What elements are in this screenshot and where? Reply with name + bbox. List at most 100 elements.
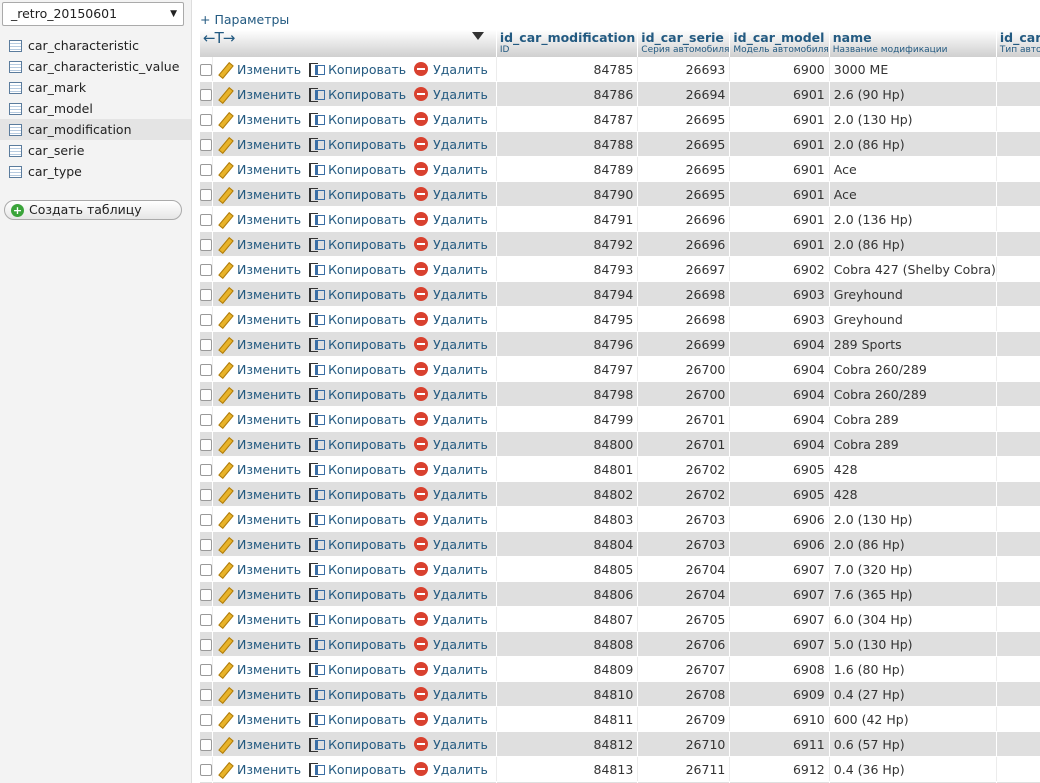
- cell-name[interactable]: Cobra 260/289: [829, 381, 997, 407]
- row-checkbox[interactable]: [200, 289, 212, 301]
- cell-name[interactable]: 428: [829, 456, 997, 482]
- delete-row-button[interactable]: Удалить: [414, 737, 488, 752]
- edit-row-button[interactable]: Изменить: [217, 287, 301, 302]
- edit-row-button[interactable]: Изменить: [217, 537, 301, 552]
- delete-row-button[interactable]: Удалить: [414, 287, 488, 302]
- cell-id-car-serie[interactable]: 26695: [637, 156, 731, 182]
- cell-id-car-model[interactable]: 6904: [729, 406, 830, 432]
- cell-id-car-modification[interactable]: 84804: [496, 531, 639, 557]
- cell-id-car-serie[interactable]: 26695: [637, 181, 731, 207]
- cell-name[interactable]: 289 Sports: [829, 331, 997, 357]
- cell-id-car-type[interactable]: 16: [996, 406, 1040, 432]
- cell-id-car-modification[interactable]: 84805: [496, 556, 639, 582]
- row-checkbox[interactable]: [200, 714, 212, 726]
- cell-id-car-modification[interactable]: 84810: [496, 681, 639, 707]
- row-checkbox[interactable]: [200, 664, 212, 676]
- cell-id-car-modification[interactable]: 84809: [496, 656, 639, 682]
- copy-row-button[interactable]: Копировать: [309, 262, 406, 277]
- parameters-link[interactable]: + Параметры: [200, 12, 289, 27]
- delete-row-button[interactable]: Удалить: [414, 712, 488, 727]
- row-checkbox[interactable]: [200, 89, 212, 101]
- row-checkbox[interactable]: [200, 489, 212, 501]
- cell-id-car-type[interactable]: 16: [996, 106, 1040, 132]
- cell-id-car-type[interactable]: 16: [996, 731, 1040, 757]
- cell-id-car-modification[interactable]: 84789: [496, 156, 639, 182]
- edit-row-button[interactable]: Изменить: [217, 512, 301, 527]
- column-arrows-icon[interactable]: ←T→: [203, 30, 235, 46]
- cell-id-car-modification[interactable]: 84795: [496, 306, 639, 332]
- copy-row-button[interactable]: Копировать: [309, 412, 406, 427]
- delete-row-button[interactable]: Удалить: [414, 337, 488, 352]
- column-header-id-car-type[interactable]: id_car_type Тип авто: [996, 30, 1040, 57]
- copy-row-button[interactable]: Копировать: [309, 562, 406, 577]
- cell-id-car-serie[interactable]: 26697: [637, 256, 731, 282]
- cell-id-car-modification[interactable]: 84788: [496, 131, 639, 157]
- edit-row-button[interactable]: Изменить: [217, 362, 301, 377]
- copy-row-button[interactable]: Копировать: [309, 187, 406, 202]
- cell-name[interactable]: 0.4 (27 Hp): [829, 681, 997, 707]
- copy-row-button[interactable]: Копировать: [309, 437, 406, 452]
- row-checkbox[interactable]: [200, 689, 212, 701]
- row-checkbox[interactable]: [200, 439, 212, 451]
- cell-id-car-modification[interactable]: 84813: [496, 756, 639, 782]
- cell-id-car-model[interactable]: 6909: [729, 681, 830, 707]
- cell-id-car-model[interactable]: 6912: [729, 756, 830, 782]
- copy-row-button[interactable]: Копировать: [309, 287, 406, 302]
- row-checkbox[interactable]: [200, 614, 212, 626]
- cell-id-car-type[interactable]: 16: [996, 756, 1040, 782]
- delete-row-button[interactable]: Удалить: [414, 162, 488, 177]
- edit-row-button[interactable]: Изменить: [217, 587, 301, 602]
- row-checkbox[interactable]: [200, 139, 212, 151]
- cell-id-car-serie[interactable]: 26693: [637, 57, 731, 82]
- copy-row-button[interactable]: Копировать: [309, 337, 406, 352]
- cell-id-car-model[interactable]: 6906: [729, 531, 830, 557]
- edit-row-button[interactable]: Изменить: [217, 112, 301, 127]
- edit-row-button[interactable]: Изменить: [217, 412, 301, 427]
- column-name[interactable]: id_car_modification: [497, 30, 637, 45]
- delete-row-button[interactable]: Удалить: [414, 87, 488, 102]
- delete-row-button[interactable]: Удалить: [414, 637, 488, 652]
- cell-id-car-model[interactable]: 6907: [729, 581, 830, 607]
- column-header-id-car-model[interactable]: id_car_model Модель автомобиля: [729, 30, 830, 57]
- cell-id-car-modification[interactable]: 84796: [496, 331, 639, 357]
- cell-id-car-type[interactable]: 16: [996, 431, 1040, 457]
- copy-row-button[interactable]: Копировать: [309, 612, 406, 627]
- edit-row-button[interactable]: Изменить: [217, 437, 301, 452]
- row-checkbox[interactable]: [200, 739, 212, 751]
- edit-row-button[interactable]: Изменить: [217, 662, 301, 677]
- column-name[interactable]: name: [830, 30, 996, 45]
- cell-id-car-serie[interactable]: 26695: [637, 106, 731, 132]
- row-checkbox[interactable]: [200, 214, 212, 226]
- edit-row-button[interactable]: Изменить: [217, 637, 301, 652]
- cell-id-car-model[interactable]: 6901: [729, 206, 830, 232]
- cell-name[interactable]: 0.4 (36 Hp): [829, 756, 997, 782]
- edit-row-button[interactable]: Изменить: [217, 612, 301, 627]
- row-checkbox[interactable]: [200, 264, 212, 276]
- row-checkbox[interactable]: [200, 639, 212, 651]
- cell-id-car-type[interactable]: 16: [996, 481, 1040, 507]
- cell-id-car-model[interactable]: 6901: [729, 231, 830, 257]
- row-checkbox[interactable]: [200, 464, 212, 476]
- row-checkbox[interactable]: [200, 64, 212, 76]
- cell-id-car-serie[interactable]: 26704: [637, 581, 731, 607]
- cell-id-car-serie[interactable]: 26709: [637, 706, 731, 732]
- cell-id-car-type[interactable]: 16: [996, 81, 1040, 107]
- edit-row-button[interactable]: Изменить: [217, 87, 301, 102]
- sidebar-item-car-characteristic[interactable]: car_characteristic: [0, 35, 191, 56]
- cell-id-car-modification[interactable]: 84791: [496, 206, 639, 232]
- row-checkbox[interactable]: [200, 539, 212, 551]
- delete-row-button[interactable]: Удалить: [414, 512, 488, 527]
- cell-id-car-serie[interactable]: 26694: [637, 81, 731, 107]
- copy-row-button[interactable]: Копировать: [309, 587, 406, 602]
- cell-id-car-modification[interactable]: 84799: [496, 406, 639, 432]
- cell-id-car-modification[interactable]: 84807: [496, 606, 639, 632]
- column-header-id-car-modification[interactable]: id_car_modification ID: [496, 30, 639, 57]
- delete-row-button[interactable]: Удалить: [414, 762, 488, 777]
- copy-row-button[interactable]: Копировать: [309, 112, 406, 127]
- edit-row-button[interactable]: Изменить: [217, 262, 301, 277]
- delete-row-button[interactable]: Удалить: [414, 112, 488, 127]
- copy-row-button[interactable]: Копировать: [309, 237, 406, 252]
- cell-name[interactable]: Cobra 289: [829, 431, 997, 457]
- edit-row-button[interactable]: Изменить: [217, 137, 301, 152]
- copy-row-button[interactable]: Копировать: [309, 87, 406, 102]
